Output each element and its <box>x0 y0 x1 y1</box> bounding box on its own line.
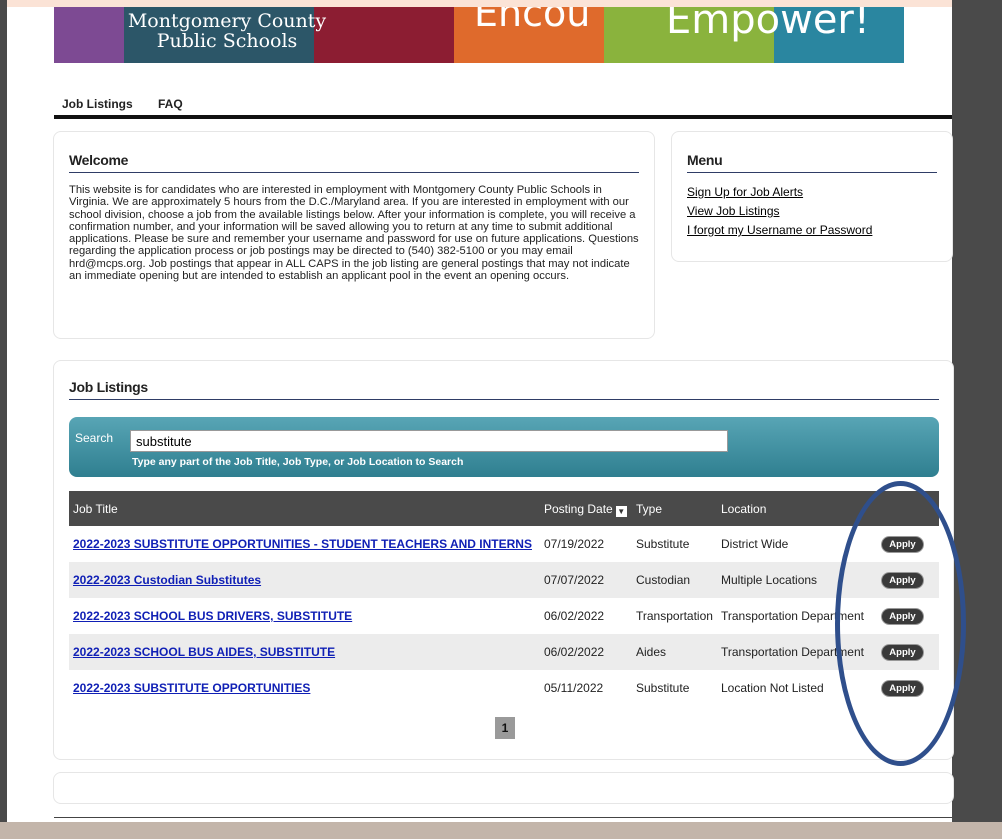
search-bar: Search Type any part of the Job Title, J… <box>69 417 939 477</box>
job-location: Multiple Locations <box>721 573 818 587</box>
job-title-link[interactable]: 2022-2023 SCHOOL BUS AIDES, SUBSTITUTE <box>73 645 335 659</box>
posting-date: 06/02/2022 <box>544 609 605 623</box>
page-1-button[interactable]: 1 <box>495 717 515 739</box>
job-type: Custodian <box>636 573 691 587</box>
banner: Montgomery County Public Schools Encou E… <box>54 7 904 63</box>
posting-date: 05/11/2022 <box>544 681 604 695</box>
menu-panel: Menu Sign Up for Job Alerts View Job Lis… <box>671 131 953 262</box>
slogan-text-left: Encou <box>474 7 591 35</box>
nav-job-listings[interactable]: Job Listings <box>62 97 133 111</box>
posting-date: 06/02/2022 <box>544 645 605 659</box>
right-frame <box>952 0 1002 839</box>
welcome-text: This website is for candidates who are i… <box>69 184 639 283</box>
slogan-text-right: Empower! <box>666 7 870 43</box>
footer-panel <box>53 772 954 804</box>
column-posting-date[interactable]: Posting Date ▼ <box>544 502 627 517</box>
job-type: Transportation <box>636 609 713 623</box>
search-label: Search <box>75 431 114 445</box>
page: Montgomery County Public Schools Encou E… <box>7 7 954 822</box>
nav-divider <box>54 115 952 119</box>
sort-desc-icon[interactable]: ▼ <box>615 506 627 517</box>
highlight-ellipse <box>835 481 966 766</box>
job-alerts-link[interactable]: Sign Up for Job Alerts <box>687 184 937 200</box>
posting-date: 07/07/2022 <box>544 573 605 587</box>
posting-date: 07/19/2022 <box>544 537 605 551</box>
menu-title: Menu <box>687 152 937 173</box>
search-hint: Type any part of the Job Title, Job Type… <box>132 456 464 468</box>
job-type: Substitute <box>636 537 690 551</box>
table-row: 2022-2023 Custodian Substitutes 07/07/20… <box>69 562 939 598</box>
job-title-link[interactable]: 2022-2023 Custodian Substitutes <box>73 573 261 587</box>
welcome-title: Welcome <box>69 152 639 173</box>
job-title-link[interactable]: 2022-2023 SCHOOL BUS DRIVERS, SUBSTITUTE <box>73 609 352 623</box>
forgot-credentials-link[interactable]: I forgot my Username or Password <box>687 222 937 238</box>
table-row: 2022-2023 SUBSTITUTE OPPORTUNITIES 05/11… <box>69 670 939 706</box>
job-listings-title: Job Listings <box>69 379 939 400</box>
footer-divider <box>54 817 952 818</box>
job-title-link[interactable]: 2022-2023 SUBSTITUTE OPPORTUNITIES <box>73 681 310 695</box>
nav-faq[interactable]: FAQ <box>158 97 183 111</box>
table-row: 2022-2023 SUBSTITUTE OPPORTUNITIES - STU… <box>69 526 939 562</box>
job-type: Aides <box>636 645 667 659</box>
job-location: Location Not Listed <box>721 681 824 695</box>
column-location[interactable]: Location <box>721 502 766 516</box>
welcome-panel: Welcome This website is for candidates w… <box>53 131 655 339</box>
job-title-link[interactable]: 2022-2023 SUBSTITUTE OPPORTUNITIES - STU… <box>73 537 532 551</box>
table-header: Job Title Posting Date ▼ Type Location <box>69 491 939 526</box>
column-job-title[interactable]: Job Title <box>73 502 118 516</box>
table-row: 2022-2023 SCHOOL BUS DRIVERS, SUBSTITUTE… <box>69 598 939 634</box>
view-job-listings-link[interactable]: View Job Listings <box>687 203 937 219</box>
job-listings-panel: Job Listings Search Type any part of the… <box>53 360 954 760</box>
table-row: 2022-2023 SCHOOL BUS AIDES, SUBSTITUTE 0… <box>69 634 939 670</box>
search-input[interactable] <box>130 430 728 452</box>
job-type: Substitute <box>636 681 690 695</box>
district-logo-text: Montgomery County Public Schools <box>127 10 327 52</box>
left-frame <box>0 0 7 839</box>
column-type[interactable]: Type <box>636 502 662 516</box>
job-location: District Wide <box>721 537 789 551</box>
bottom-frame <box>0 822 1002 839</box>
top-nav: Job Listings FAQ <box>62 97 205 111</box>
